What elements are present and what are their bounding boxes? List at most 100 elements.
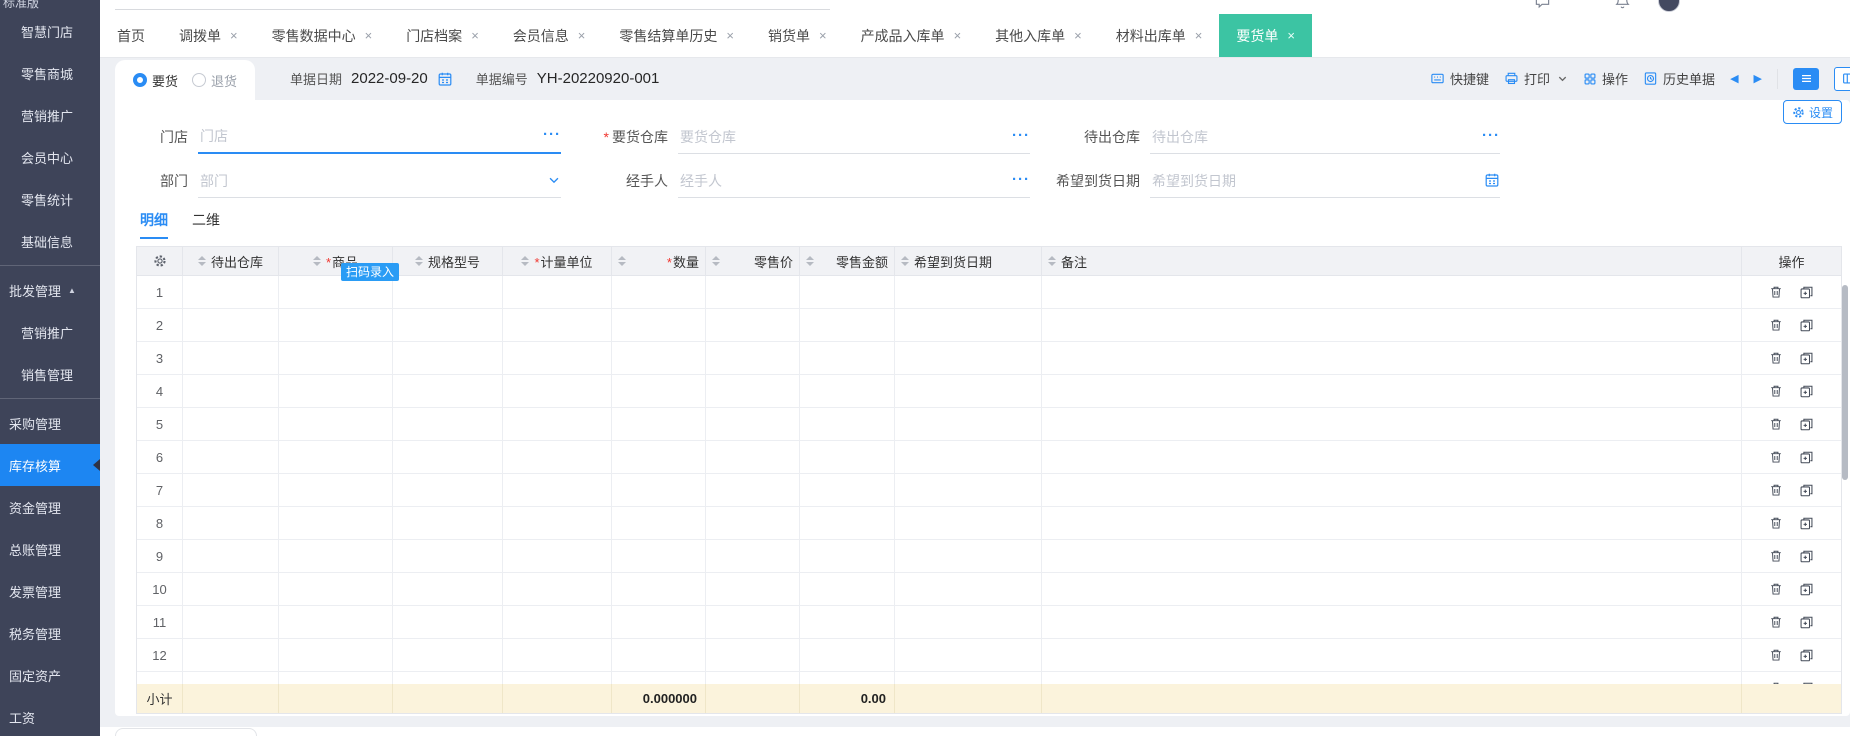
document-tab[interactable]: 调拨单 × <box>162 14 255 57</box>
calendar-icon[interactable] <box>437 71 453 87</box>
expected-date-input[interactable] <box>1150 172 1484 190</box>
cell-arrival_date[interactable] <box>895 672 1042 684</box>
cell-price[interactable] <box>706 639 800 671</box>
cell-amount[interactable] <box>800 441 895 473</box>
sidebar-item[interactable]: 营销推广 <box>0 94 100 136</box>
cell-actions[interactable] <box>1742 672 1841 684</box>
avatar[interactable] <box>1658 0 1680 12</box>
cell-arrival_date[interactable] <box>895 573 1042 605</box>
cell-actions[interactable] <box>1742 276 1841 308</box>
cell-actions[interactable] <box>1742 507 1841 539</box>
settings-button[interactable]: 设置 <box>1782 100 1842 124</box>
cell-product[interactable] <box>279 309 393 341</box>
cell-spec[interactable] <box>393 474 503 506</box>
cell-qty[interactable] <box>612 507 706 539</box>
sidebar-item[interactable]: 零售商城 <box>0 52 100 94</box>
ellipsis-icon[interactable]: ··· <box>1012 128 1030 143</box>
close-icon[interactable]: × <box>1287 28 1295 43</box>
cell-unit[interactable] <box>503 639 612 671</box>
cell-arrival_date[interactable] <box>895 309 1042 341</box>
cell-price[interactable] <box>706 375 800 407</box>
sidebar-item[interactable]: 工资 <box>0 696 100 736</box>
cell-spec[interactable] <box>393 507 503 539</box>
cell-price[interactable] <box>706 573 800 605</box>
copy-row-icon[interactable] <box>1799 483 1814 498</box>
sort-icon[interactable] <box>901 256 909 266</box>
cell-qty[interactable] <box>612 540 706 572</box>
ellipsis-icon[interactable]: ··· <box>1482 128 1500 143</box>
tab-2d[interactable]: 二维 <box>192 210 220 239</box>
tab-detail[interactable]: 明细 <box>140 210 168 239</box>
doc-type-radio-return[interactable]: 退货 <box>192 71 237 90</box>
close-icon[interactable]: × <box>1074 28 1082 43</box>
cell-price[interactable] <box>706 441 800 473</box>
cell-actions[interactable] <box>1742 474 1841 506</box>
cell-remark[interactable] <box>1042 474 1742 506</box>
cell-qty[interactable] <box>612 474 706 506</box>
cell-product[interactable] <box>279 342 393 374</box>
cell-remark[interactable] <box>1042 342 1742 374</box>
cell-remark[interactable] <box>1042 606 1742 638</box>
cell-amount[interactable] <box>800 672 895 684</box>
cell-arrival_date[interactable] <box>895 606 1042 638</box>
trash-icon[interactable] <box>1769 549 1783 563</box>
cell-amount[interactable] <box>800 606 895 638</box>
cell-arrival_date[interactable] <box>895 639 1042 671</box>
ellipsis-icon[interactable]: ··· <box>543 127 561 142</box>
copy-row-icon[interactable] <box>1799 615 1814 630</box>
cell-price[interactable] <box>706 606 800 638</box>
cell-qty[interactable] <box>612 441 706 473</box>
cell-warehouse_out[interactable] <box>183 309 279 341</box>
cell-warehouse_out[interactable] <box>183 606 279 638</box>
cell-product[interactable] <box>279 672 393 684</box>
close-icon[interactable]: × <box>365 28 373 43</box>
column-header-spec[interactable]: 规格型号 <box>393 247 503 275</box>
cell-qty[interactable] <box>612 573 706 605</box>
out-warehouse-input[interactable] <box>1150 128 1482 146</box>
chevron-down-icon[interactable] <box>547 173 561 189</box>
trash-icon[interactable] <box>1769 516 1783 530</box>
cell-arrival_date[interactable] <box>895 540 1042 572</box>
cell-spec[interactable] <box>393 309 503 341</box>
column-header-warehouse_out[interactable]: 待出仓库 <box>183 247 279 275</box>
column-header-index[interactable] <box>137 247 183 275</box>
sort-icon[interactable] <box>1048 256 1056 266</box>
cell-actions[interactable] <box>1742 375 1841 407</box>
cell-unit[interactable] <box>503 309 612 341</box>
document-tab[interactable]: 零售结算单历史 × <box>602 14 751 57</box>
cell-warehouse_out[interactable] <box>183 672 279 684</box>
cell-unit[interactable] <box>503 408 612 440</box>
cell-product[interactable] <box>279 639 393 671</box>
trash-icon[interactable] <box>1769 384 1783 398</box>
copy-row-icon[interactable] <box>1799 450 1814 465</box>
sidebar-item[interactable]: 税务管理 <box>0 612 100 654</box>
ellipsis-icon[interactable]: ··· <box>1012 172 1030 187</box>
sort-icon[interactable] <box>806 256 814 266</box>
cell-unit[interactable] <box>503 375 612 407</box>
copy-row-icon[interactable] <box>1799 318 1814 333</box>
cell-arrival_date[interactable] <box>895 474 1042 506</box>
cell-arrival_date[interactable] <box>895 375 1042 407</box>
cell-arrival_date[interactable] <box>895 441 1042 473</box>
cell-product[interactable] <box>279 375 393 407</box>
copy-row-icon[interactable] <box>1799 417 1814 432</box>
sort-icon[interactable] <box>312 256 321 266</box>
document-tab[interactable]: 门店档案 × <box>389 14 496 57</box>
cell-warehouse_out[interactable] <box>183 507 279 539</box>
cell-remark[interactable] <box>1042 309 1742 341</box>
vertical-scrollbar[interactable] <box>1842 285 1848 480</box>
sidebar-item[interactable]: 总账管理 <box>0 528 100 570</box>
trash-icon[interactable] <box>1769 648 1783 662</box>
sort-icon[interactable] <box>414 256 423 266</box>
sidebar-item[interactable]: 销售管理 <box>0 353 100 395</box>
cell-remark[interactable] <box>1042 573 1742 605</box>
bell-icon[interactable] <box>1614 0 1631 15</box>
doc-date-value[interactable]: 2022-09-20 <box>351 70 428 87</box>
cell-price[interactable] <box>706 309 800 341</box>
trash-icon[interactable] <box>1769 318 1783 332</box>
cell-price[interactable] <box>706 474 800 506</box>
cell-amount[interactable] <box>800 639 895 671</box>
copy-row-icon[interactable] <box>1799 285 1814 300</box>
sort-icon[interactable] <box>712 256 720 266</box>
column-header-remark[interactable]: 备注 <box>1042 247 1742 275</box>
